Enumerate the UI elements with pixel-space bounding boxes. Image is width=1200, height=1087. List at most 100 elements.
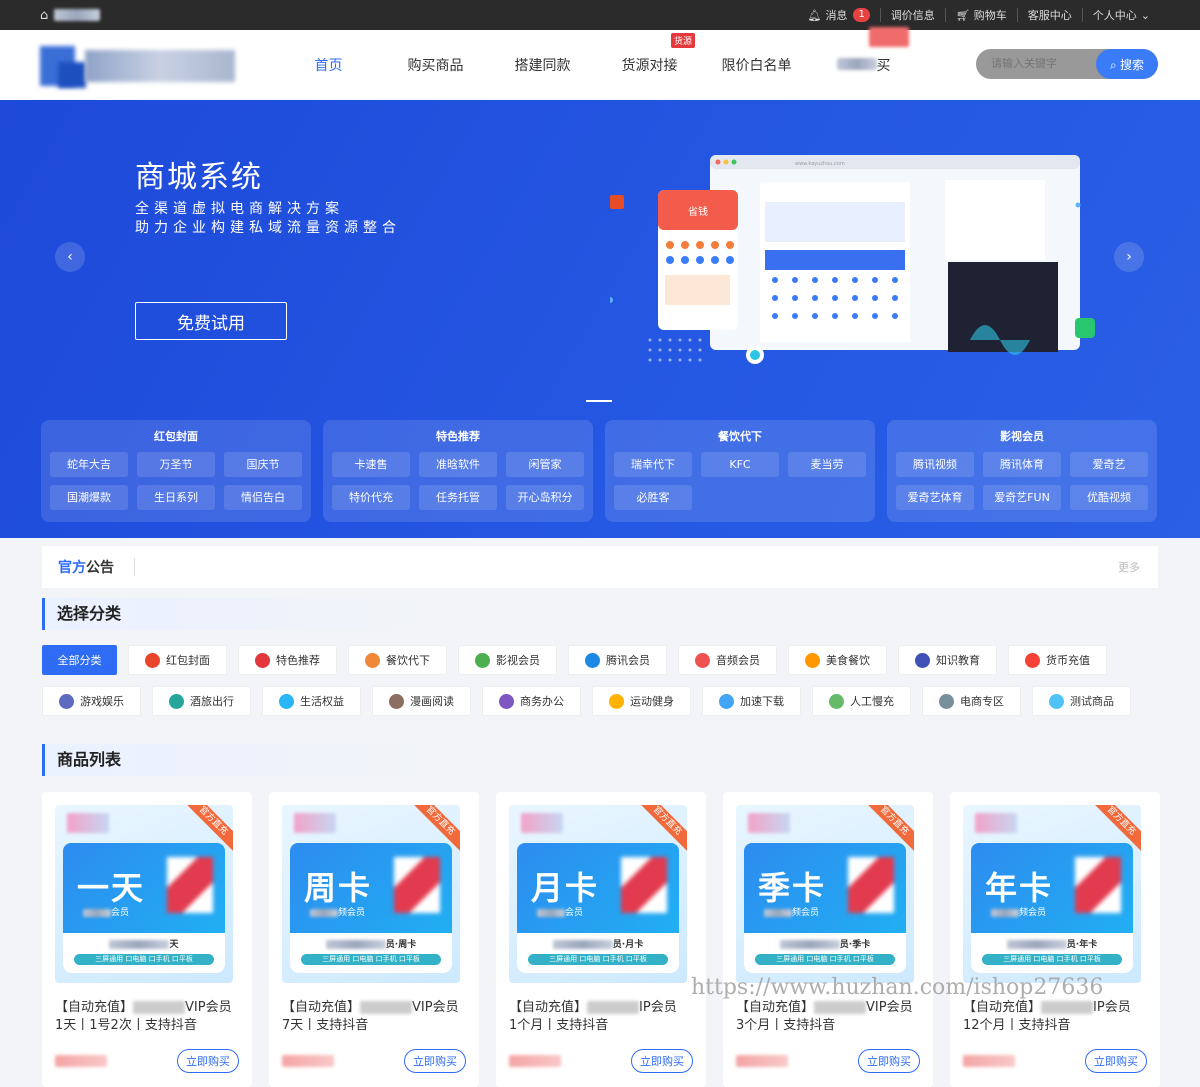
category-link[interactable]: 优酷视频	[1070, 485, 1148, 510]
category-icon	[389, 693, 404, 709]
nav-buy[interactable]: 购买商品	[382, 55, 489, 75]
price-blurred	[736, 1055, 788, 1067]
cart-label: 购物车	[973, 9, 1007, 22]
category-link[interactable]: 必胜客	[614, 485, 692, 510]
category-chip-label: 电商专区	[960, 695, 1004, 708]
product-title[interactable]: 【自动充值】 IP会员 1个月丨支持抖音	[509, 999, 693, 1035]
product-card[interactable]: 官方直充 周卡 频会员 员·周卡 三屏通用 口电脑 口手机 口平板 【自动充值】 VIP会员…	[269, 792, 479, 1087]
category-chip[interactable]: 游戏娱乐	[42, 686, 141, 716]
category-chip[interactable]: 人工慢充	[812, 686, 911, 716]
category-link[interactable]: 麦当劳	[788, 452, 866, 477]
search-button[interactable]: ⌕ 搜索	[1096, 49, 1158, 79]
member-label: 频会员	[764, 905, 819, 918]
product-card[interactable]: 官方直充 一天 会员天三屏通用 口电脑 口手机 口平板 【自动充值】 VIP会员 1天丨1…	[42, 792, 252, 1087]
product-title[interactable]: 【自动充值】 VIP会员 7天丨支持抖音	[282, 999, 466, 1035]
category-chip[interactable]: 酒旅出行	[152, 686, 251, 716]
category-link[interactable]: 爱奇艺体育	[896, 485, 974, 510]
category-link[interactable]: 腾讯视频	[896, 452, 974, 477]
nav-buy-label: 购买商品	[407, 58, 464, 74]
category-link[interactable]: 特价代充	[332, 485, 410, 510]
prev-slide-button[interactable]: ‹	[55, 242, 85, 272]
strip-text: 员·年卡	[1066, 940, 1098, 950]
service-link[interactable]: 客服中心	[1018, 8, 1083, 22]
next-slide-button[interactable]: ›	[1114, 242, 1144, 272]
home-icon[interactable]: ⌂	[40, 8, 48, 23]
category-link[interactable]: 闲管家	[506, 452, 584, 477]
category-box-title: 红包封面	[154, 430, 198, 443]
strip-title: 员·季卡	[744, 937, 906, 950]
category-link[interactable]: 腾讯体育	[983, 452, 1061, 477]
buy-now-button[interactable]: 立即购买	[1085, 1049, 1147, 1073]
product-title[interactable]: 【自动充值】 VIP会员 1天丨1号2次丨支持抖音	[55, 999, 239, 1035]
category-link[interactable]: 生日系列	[137, 485, 215, 510]
category-box: 特色推荐 卡速售 准晗软件 闲管家 特价代充 任务托管 开心岛积分	[323, 420, 593, 522]
category-link[interactable]: 卡速售	[332, 452, 410, 477]
category-chip[interactable]: 货币充值	[1008, 645, 1107, 675]
free-trial-button[interactable]: 免费试用	[135, 302, 287, 340]
nav-blurred[interactable]: 买	[810, 27, 917, 75]
category-chip[interactable]: 商务办公	[482, 686, 581, 716]
category-chip-label: 运动健身	[630, 695, 674, 708]
mockup-svg: www.kayuzhou.com 省钱	[607, 155, 1095, 364]
product-title-b: IP会员	[639, 1000, 677, 1015]
messages-link[interactable]: 🔔︎ 消息 1	[797, 8, 881, 22]
category-link[interactable]: 国潮爆款	[50, 485, 128, 510]
category-link[interactable]: 爱奇艺	[1070, 452, 1148, 477]
user-center-link[interactable]: 个人中心 ⌄	[1083, 8, 1160, 23]
category-chip-label: 全部分类	[57, 654, 102, 667]
category-chip[interactable]: 测试商品	[1032, 686, 1131, 716]
category-chip[interactable]: 生活权益	[262, 686, 361, 716]
cart-link[interactable]: 🛒︎ 购物车	[946, 8, 1018, 22]
price-adjust-link[interactable]: 调价信息	[881, 8, 946, 22]
category-chip[interactable]: 漫画阅读	[372, 686, 471, 716]
notice-more-link[interactable]: 更多	[1118, 559, 1140, 575]
top-bar-left: ⌂	[40, 8, 101, 23]
nav-whitelist[interactable]: 限价白名单	[703, 55, 810, 75]
category-link[interactable]: 任务托管	[419, 485, 497, 510]
category-chip[interactable]: 红包封面	[128, 645, 227, 675]
product-card[interactable]: 官方直充 年卡 频会员 员·年卡 三屏通用 口电脑 口手机 口平板 【自动充值】 IP会员 1…	[950, 792, 1160, 1087]
select-category-section: 选择分类 全部分类 红包封面 特色推荐 餐饮代下 影视会员 腾讯会员 音频会员 美食餐饮 知识教…	[42, 598, 1158, 716]
category-link[interactable]: 蛇年大吉	[50, 452, 128, 477]
category-link[interactable]: KFC	[701, 452, 779, 477]
category-chip[interactable]: 电商专区	[922, 686, 1021, 716]
slide-indicator[interactable]	[586, 400, 612, 402]
nav-supply[interactable]: 货源 货源对接	[596, 33, 703, 75]
category-chip[interactable]: 美食餐饮	[788, 645, 887, 675]
product-desc: 7天丨支持抖音	[282, 1018, 369, 1033]
buy-now-button[interactable]: 立即购买	[858, 1049, 920, 1073]
category-chip[interactable]: 影视会员	[458, 645, 557, 675]
category-link[interactable]: 开心岛积分	[506, 485, 584, 510]
category-chip-label: 美食餐饮	[826, 654, 870, 667]
product-title[interactable]: 【自动充值】 VIP会员 3个月丨支持抖音	[736, 999, 920, 1035]
category-link[interactable]: 瑞幸代下	[614, 452, 692, 477]
category-link[interactable]: 情侣告白	[224, 485, 302, 510]
product-card[interactable]: 官方直充 季卡 频会员 员·季卡 三屏通用 口电脑 口手机 口平板 【自动充值】 VIP会员…	[723, 792, 933, 1087]
duration-label: 季卡	[758, 869, 827, 907]
product-card[interactable]: 官方直充 月卡 会员 员·月卡 三屏通用 口电脑 口手机 口平板 【自动充值】 IP会员 1个…	[496, 792, 706, 1087]
category-chip[interactable]: 加速下载	[702, 686, 801, 716]
category-chip[interactable]: 特色推荐	[238, 645, 337, 675]
buy-now-button[interactable]: 立即购买	[404, 1049, 466, 1073]
buy-now-button[interactable]: 立即购买	[177, 1049, 239, 1073]
search-input[interactable]	[976, 58, 1086, 70]
category-chip-label: 腾讯会员	[606, 654, 650, 667]
category-link[interactable]: 准晗软件	[419, 452, 497, 477]
category-chip[interactable]: 全部分类	[42, 645, 117, 675]
product-title[interactable]: 【自动充值】 IP会员 12个月丨支持抖音	[963, 999, 1147, 1035]
category-chip[interactable]: 音频会员	[678, 645, 777, 675]
category-link[interactable]: 国庆节	[224, 452, 302, 477]
category-chip[interactable]: 腾讯会员	[568, 645, 667, 675]
blurred-text	[325, 940, 386, 949]
logo-blurred[interactable]	[40, 38, 235, 93]
category-chip[interactable]: 知识教育	[898, 645, 997, 675]
category-link[interactable]: 万圣节	[137, 452, 215, 477]
category-link[interactable]: 爱奇艺FUN	[983, 485, 1061, 510]
nav-build[interactable]: 搭建同款	[489, 55, 596, 75]
category-chip[interactable]: 运动健身	[592, 686, 691, 716]
category-chip[interactable]: 餐饮代下	[348, 645, 447, 675]
cart-icon: 🛒︎	[955, 8, 970, 22]
product-title-b: IP会员	[1093, 1000, 1131, 1015]
buy-now-button[interactable]: 立即购买	[631, 1049, 693, 1073]
nav-home[interactable]: 首页	[275, 55, 382, 75]
